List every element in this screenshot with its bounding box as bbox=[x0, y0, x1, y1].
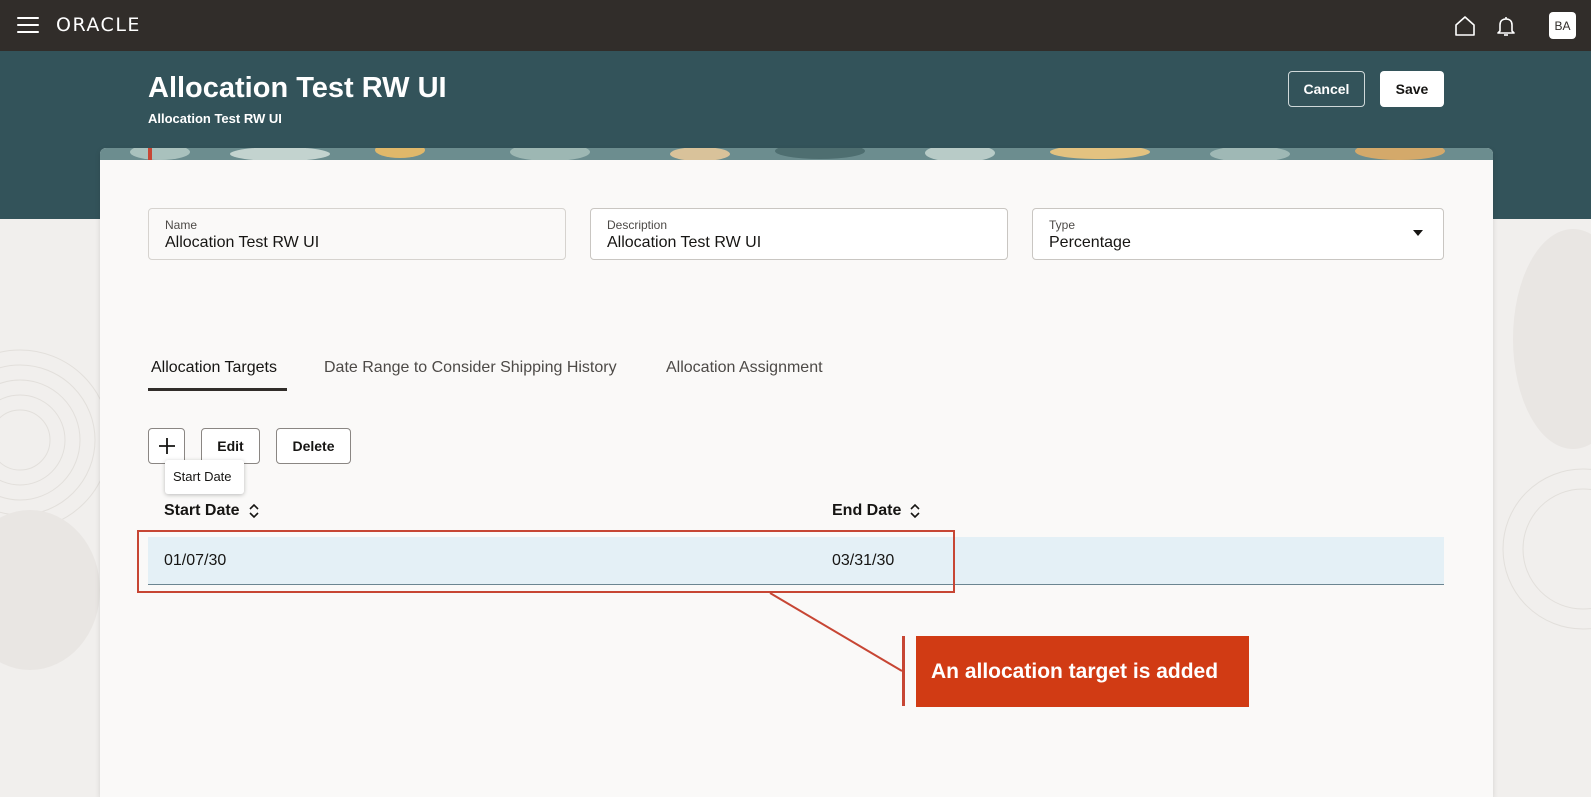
bell-icon[interactable] bbox=[1494, 14, 1518, 38]
highlight-box bbox=[137, 530, 955, 593]
delete-button[interactable]: Delete bbox=[276, 428, 351, 464]
home-icon[interactable] bbox=[1453, 14, 1477, 38]
sort-icon bbox=[910, 503, 920, 519]
tab-allocation-targets[interactable]: Allocation Targets bbox=[151, 359, 277, 377]
description-label: Description bbox=[607, 218, 668, 232]
column-header-start-date[interactable]: Start Date bbox=[164, 502, 260, 520]
background-pattern-left bbox=[0, 349, 110, 670]
column-header-label: Start Date bbox=[164, 502, 240, 519]
callout-bar bbox=[902, 636, 905, 706]
page-subtitle: Allocation Test RW UI bbox=[148, 111, 282, 126]
add-button[interactable] bbox=[148, 428, 185, 464]
background-pattern-right bbox=[1502, 229, 1591, 630]
column-header-label: End Date bbox=[832, 502, 902, 519]
page-title: Allocation Test RW UI bbox=[148, 72, 447, 104]
description-value: Allocation Test RW UI bbox=[607, 234, 762, 251]
tab-date-range[interactable]: Date Range to Consider Shipping History bbox=[324, 359, 617, 377]
save-button[interactable]: Save bbox=[1380, 71, 1444, 107]
name-field[interactable]: Name Allocation Test RW UI bbox=[148, 208, 566, 260]
tab-allocation-assignment[interactable]: Allocation Assignment bbox=[666, 359, 823, 377]
name-label: Name bbox=[165, 218, 198, 232]
hamburger-icon[interactable] bbox=[17, 17, 39, 34]
tooltip: Start Date bbox=[165, 460, 244, 494]
plus-icon bbox=[158, 438, 175, 454]
callout-annotation: An allocation target is added bbox=[916, 636, 1249, 707]
user-avatar[interactable]: BA bbox=[1549, 12, 1576, 39]
active-tab-indicator bbox=[148, 388, 287, 391]
chevron-down-icon[interactable] bbox=[1413, 230, 1423, 236]
card-header-pattern bbox=[100, 148, 1493, 160]
cancel-button[interactable]: Cancel bbox=[1288, 71, 1365, 107]
type-select[interactable]: Type Percentage bbox=[1032, 208, 1444, 260]
column-header-end-date[interactable]: End Date bbox=[832, 502, 921, 520]
description-field[interactable]: Description Allocation Test RW UI bbox=[590, 208, 1008, 260]
name-value: Allocation Test RW UI bbox=[165, 234, 320, 251]
type-label: Type bbox=[1049, 218, 1076, 232]
edit-button[interactable]: Edit bbox=[201, 428, 260, 464]
oracle-logo[interactable]: ORACLE bbox=[56, 14, 141, 36]
global-header: ORACLE BA bbox=[0, 0, 1591, 51]
type-value: Percentage bbox=[1049, 234, 1131, 251]
sort-icon bbox=[249, 503, 259, 519]
